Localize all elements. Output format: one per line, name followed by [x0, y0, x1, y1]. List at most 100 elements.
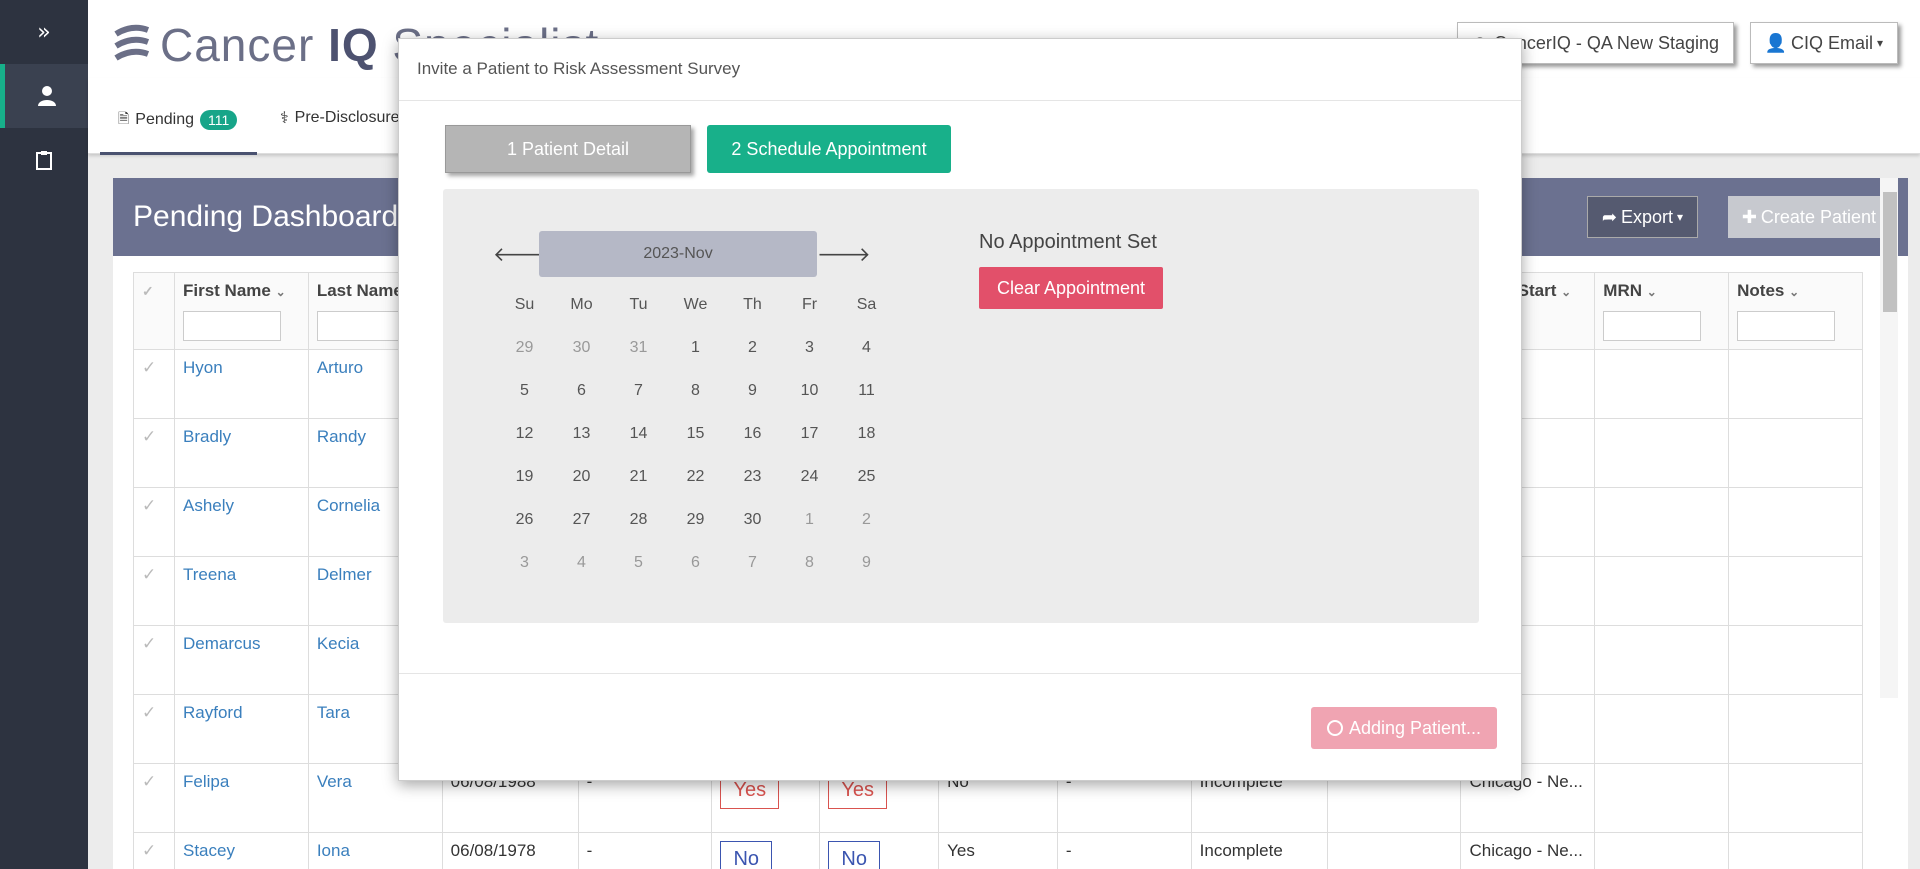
select-all-checkbox[interactable]: ✓	[133, 272, 175, 350]
calendar-day[interactable]: 23	[724, 455, 781, 498]
file-icon: 🗎	[118, 110, 130, 126]
calendar-day[interactable]: 25	[838, 455, 895, 498]
row-checkbox[interactable]: ✓	[133, 556, 175, 626]
create-patient-button[interactable]: ✚ Create Patient	[1727, 196, 1890, 238]
calendar-day[interactable]: 27	[553, 498, 610, 541]
calendar-dow: Fr	[801, 295, 818, 313]
calendar-day[interactable]: 14	[610, 412, 667, 455]
tab-pre-disclosure[interactable]: ⚕ Pre-Disclosure	[280, 108, 400, 128]
row-checkbox[interactable]: ✓	[133, 418, 175, 488]
no-button[interactable]: No	[720, 841, 773, 869]
calendar-day[interactable]: 2	[724, 326, 781, 369]
row-checkbox[interactable]: ✓	[133, 349, 175, 419]
calendar-day[interactable]: 18	[838, 412, 895, 455]
calendar-day[interactable]: 6	[553, 369, 610, 412]
calendar-day[interactable]: 28	[610, 498, 667, 541]
tab-pending[interactable]: 🗎 Pending 111	[99, 108, 258, 155]
calendar-day[interactable]: 9	[838, 541, 895, 584]
calendar-day[interactable]: 8	[667, 369, 724, 412]
calendar-day[interactable]: 9	[724, 369, 781, 412]
calendar-day[interactable]: 17	[781, 412, 838, 455]
row-checkbox[interactable]: ✓	[133, 487, 175, 557]
first-name-link[interactable]: Rayford	[174, 694, 309, 764]
calendar-dow: Mo	[570, 295, 593, 313]
calendar-day[interactable]: 1	[667, 326, 724, 369]
calendar-day[interactable]: 7	[610, 369, 667, 412]
calendar-day[interactable]: 6	[667, 541, 724, 584]
calendar-day[interactable]: 15	[667, 412, 724, 455]
yn-cell: No	[819, 832, 940, 869]
calendar-day[interactable]: 4	[838, 326, 895, 369]
step-patient-detail[interactable]: 1 Patient Detail	[445, 125, 691, 173]
month-switch[interactable]: 2023-Nov	[539, 231, 817, 277]
status-cell: Incomplete	[1190, 832, 1328, 869]
clear-appointment-button[interactable]: Clear Appointment	[979, 267, 1163, 309]
first-name-link[interactable]: Bradly	[174, 418, 309, 488]
export-button[interactable]: ➦ Export ▾	[1586, 196, 1698, 238]
first-name-link[interactable]: Treena	[174, 556, 309, 626]
dob-cell: 06/08/1978	[441, 832, 579, 869]
calendar-day[interactable]: 12	[496, 412, 553, 455]
scroll-thumb[interactable]	[1883, 192, 1897, 312]
calendar-day[interactable]: 2	[838, 498, 895, 541]
calendar-day[interactable]: 5	[496, 369, 553, 412]
table-row[interactable]: ✓ Stacey Iona 06/08/1978- No No Yes - Incomplete…	[133, 832, 1863, 869]
calendar-dow: Sa	[856, 295, 877, 313]
calendar-grid: Su Mo Tu We Th Fr Sa 29 30 31 1 2 3 4 5 6 7 8 9 10 11 12 13 14 1…	[496, 283, 877, 584]
sidebar-item-tasks[interactable]	[0, 128, 88, 192]
column-header-mrn[interactable]: MRN ⌄	[1594, 272, 1730, 350]
calendar-day[interactable]: 3	[496, 541, 553, 584]
calendar-day[interactable]: 20	[553, 455, 610, 498]
user-menu-button[interactable]: 👤 CIQ Email ▾	[1749, 22, 1898, 64]
column-header-first-name[interactable]: First Name ⌄	[174, 272, 309, 350]
calendar-day[interactable]: 8	[781, 541, 838, 584]
calendar-day[interactable]: 19	[496, 455, 553, 498]
calendar-dow: Th	[743, 295, 762, 313]
column-header-notes[interactable]: Notes ⌄	[1728, 272, 1863, 350]
expand-sidebar-button[interactable]: »	[0, 0, 88, 64]
prev-month-button[interactable]: 🡐	[493, 242, 547, 266]
calendar-day[interactable]: 11	[838, 369, 895, 412]
calendar-day[interactable]: 16	[724, 412, 781, 455]
calendar-day[interactable]: 26	[496, 498, 553, 541]
calendar-day[interactable]: 5	[610, 541, 667, 584]
row-checkbox[interactable]: ✓	[133, 625, 175, 695]
first-name-link[interactable]: Felipa	[174, 763, 309, 833]
calendar-day[interactable]: 13	[553, 412, 610, 455]
table-scrollbar[interactable]	[1880, 178, 1898, 698]
calendar-day[interactable]: 30	[724, 498, 781, 541]
calendar-day[interactable]: 10	[781, 369, 838, 412]
row-checkbox[interactable]: ✓	[133, 694, 175, 764]
calendar-day[interactable]: 21	[610, 455, 667, 498]
first-name-filter[interactable]	[183, 311, 281, 341]
calendar-day[interactable]: 1	[781, 498, 838, 541]
calendar-day[interactable]: 4	[553, 541, 610, 584]
sidebar-item-patients[interactable]	[0, 64, 88, 128]
calendar-day[interactable]: 31	[610, 326, 667, 369]
caret-down-icon: ▾	[1876, 36, 1883, 50]
calendar-day[interactable]: 7	[724, 541, 781, 584]
calendar-day[interactable]: 3	[781, 326, 838, 369]
first-name-link[interactable]: Stacey	[174, 832, 309, 869]
calendar-day[interactable]: 29	[496, 326, 553, 369]
first-name-link[interactable]: Hyon	[174, 349, 309, 419]
calendar-day[interactable]: 30	[553, 326, 610, 369]
row-checkbox[interactable]: ✓	[133, 763, 175, 833]
no-button[interactable]: No	[828, 841, 880, 869]
adding-patient-button[interactable]: Adding Patient...	[1311, 707, 1497, 749]
first-name-link[interactable]: Demarcus	[174, 625, 309, 695]
modal-footer-divider	[399, 673, 1521, 674]
share-icon: ➦	[1601, 206, 1617, 227]
first-name-link[interactable]: Ashely	[174, 487, 309, 557]
calendar-day[interactable]: 22	[667, 455, 724, 498]
row-checkbox[interactable]: ✓	[133, 832, 175, 869]
calendar-day[interactable]: 29	[667, 498, 724, 541]
last-name-link[interactable]: Iona	[307, 832, 443, 869]
notes-filter[interactable]	[1737, 311, 1836, 341]
mrn-filter[interactable]	[1603, 311, 1702, 341]
step-schedule-appointment[interactable]: 2 Schedule Appointment	[707, 125, 951, 173]
appointment-calendar: 🡐 2023-Nov 🡒 Su Mo Tu We Th Fr Sa 29 30 31 1 2 3 4 5 6 7…	[493, 231, 877, 584]
calendar-day[interactable]: 24	[781, 455, 838, 498]
next-month-button[interactable]: 🡒	[817, 242, 871, 266]
modal-title: Invite a Patient to Risk Assessment Surv…	[399, 39, 1521, 101]
